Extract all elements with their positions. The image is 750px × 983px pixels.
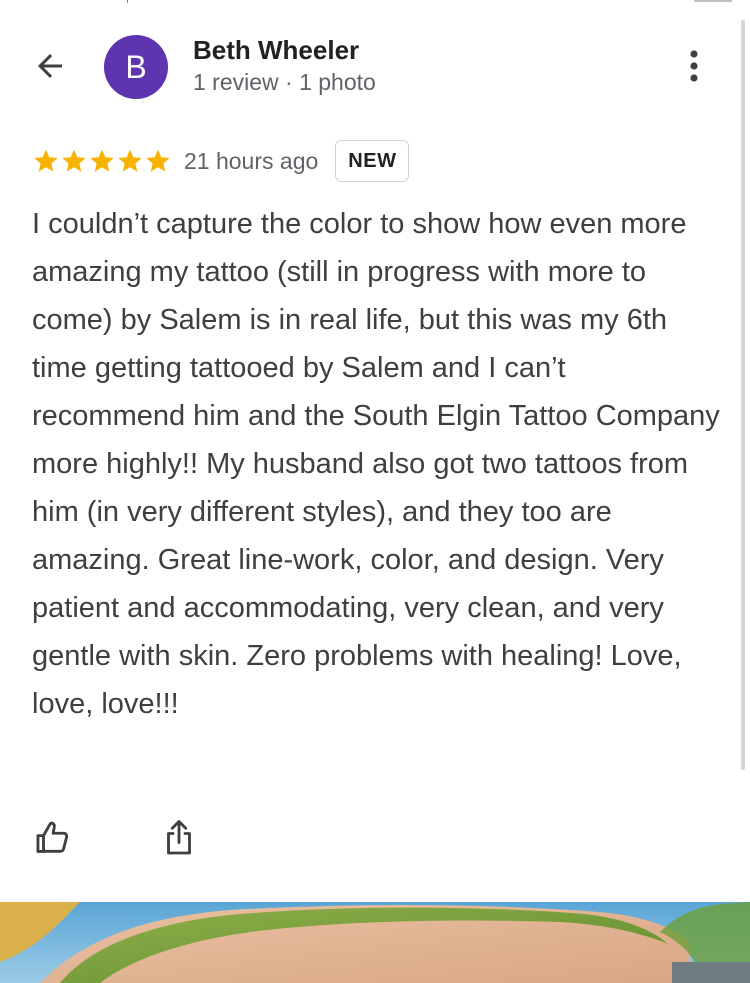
scrollbar[interactable]	[741, 20, 745, 770]
share-icon	[167, 820, 191, 855]
like-button[interactable]	[32, 814, 74, 862]
review-photo-image	[0, 902, 750, 983]
reviewer-meta: 1 review · 1 photo	[193, 69, 376, 95]
star-icon	[146, 149, 170, 172]
rating-row: 21 hours ago NEW	[32, 139, 410, 183]
avatar[interactable]: B	[104, 35, 168, 99]
back-button[interactable]	[30, 46, 70, 86]
review-actions	[0, 814, 750, 862]
arrow-back-icon	[38, 54, 62, 78]
star-icon	[118, 149, 142, 172]
share-button[interactable]	[158, 814, 200, 862]
star-icon	[90, 149, 114, 172]
new-badge: NEW	[335, 140, 410, 182]
review-time: 21 hours ago	[184, 147, 319, 174]
avatar-letter: B	[125, 48, 147, 85]
review-text: I couldn’t capture the color to show how…	[32, 208, 720, 720]
review-photo[interactable]	[0, 902, 750, 983]
thumb-up-icon	[36, 821, 69, 853]
star-rating	[32, 147, 172, 175]
star-icon	[62, 149, 86, 172]
reviewer-name[interactable]: Beth Wheeler	[193, 35, 359, 66]
star-icon	[34, 149, 58, 172]
more-options-button[interactable]	[674, 44, 714, 88]
reviewer-header: B Beth Wheeler 1 review · 1 photo	[0, 0, 750, 130]
more-vert-icon	[690, 50, 698, 82]
